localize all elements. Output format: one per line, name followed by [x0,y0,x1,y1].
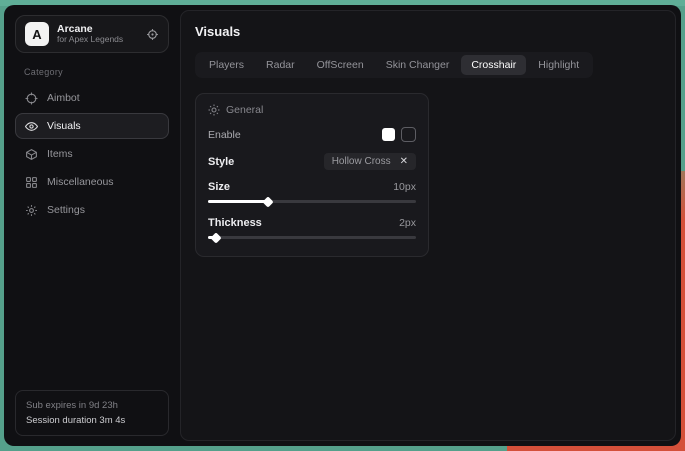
sidebar-item-miscellaneous[interactable]: Miscellaneous [15,169,169,195]
size-value: 10px [393,181,416,193]
sidebar-item-label: Miscellaneous [47,176,114,188]
box-icon [25,148,38,161]
target-icon[interactable] [146,28,159,41]
sidebar-item-label: Visuals [47,120,81,132]
gear-icon [25,204,38,217]
style-label: Style [208,156,234,168]
tab-offscreen[interactable]: OffScreen [307,55,374,75]
app-window: A Arcane for Apex Legends Category Aimbo [4,5,681,446]
style-select[interactable]: Hollow Cross ✕ [324,153,416,170]
sidebar-item-label: Aimbot [47,92,80,104]
sub-expires-text: Sub expires in 9d 23h [26,398,158,413]
general-settings-card: General Enable Style Hollow Cross ✕ Size… [195,93,429,257]
thickness-label: Thickness [208,217,262,229]
size-row: Size 10px [208,181,416,193]
sidebar-item-settings[interactable]: Settings [15,197,169,223]
tab-highlight[interactable]: Highlight [528,55,589,75]
close-icon[interactable]: ✕ [400,156,408,167]
subscription-info-card: Sub expires in 9d 23h Session duration 3… [15,390,169,436]
color-swatch[interactable] [382,128,395,141]
tab-bar: Players Radar OffScreen Skin Changer Cro… [195,52,593,78]
main-panel: Visuals Players Radar OffScreen Skin Cha… [180,10,676,441]
size-label: Size [208,181,230,193]
sidebar-item-label: Settings [47,204,85,216]
page-title: Visuals [195,24,661,39]
enable-row: Enable [208,127,416,142]
thickness-row: Thickness 2px [208,217,416,229]
sidebar-item-label: Items [47,148,73,160]
tab-skin-changer[interactable]: Skin Changer [376,55,460,75]
tab-players[interactable]: Players [199,55,254,75]
sidebar-item-visuals[interactable]: Visuals [15,113,169,139]
enable-checkbox[interactable] [401,127,416,142]
sidebar-item-aimbot[interactable]: Aimbot [15,85,169,111]
crosshair-icon [25,92,38,105]
app-subtitle: for Apex Legends [57,35,138,45]
session-duration-text: Session duration 3m 4s [26,413,158,428]
tab-radar[interactable]: Radar [256,55,305,75]
style-value: Hollow Cross [332,156,391,167]
app-header-card: A Arcane for Apex Legends [15,15,169,53]
eye-icon [25,120,38,133]
thickness-slider[interactable] [208,233,416,242]
thickness-value: 2px [399,217,416,229]
tab-crosshair[interactable]: Crosshair [461,55,526,75]
size-slider-handle[interactable] [263,196,274,207]
category-label: Category [24,67,169,77]
sidebar-item-items[interactable]: Items [15,141,169,167]
app-logo: A [25,22,49,46]
grid-icon [25,176,38,189]
size-slider[interactable] [208,197,416,206]
settings-sun-icon [208,104,220,116]
style-row: Style Hollow Cross ✕ [208,153,416,170]
panel-title: General [226,104,263,116]
thickness-slider-handle[interactable] [211,232,222,243]
sidebar: A Arcane for Apex Legends Category Aimbo [9,10,175,441]
enable-label: Enable [208,129,241,141]
